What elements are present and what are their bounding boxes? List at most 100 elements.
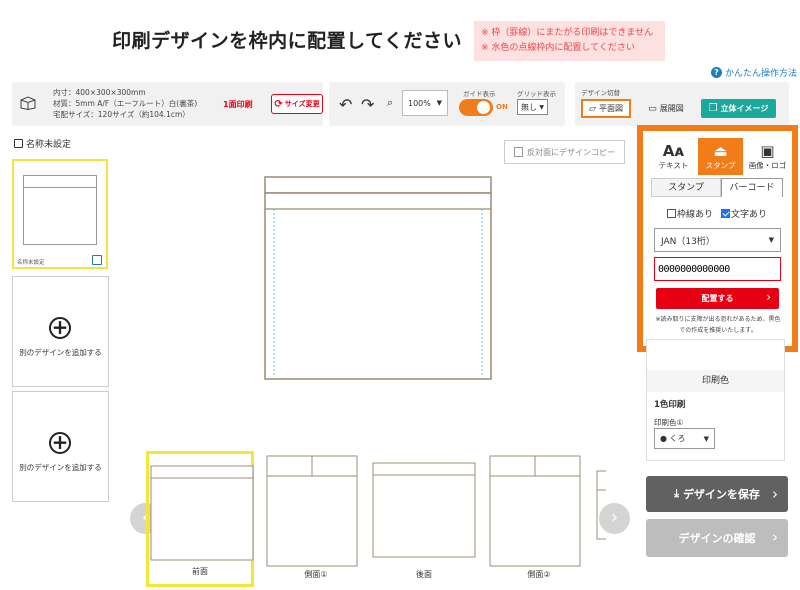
- face-preview: [372, 462, 476, 558]
- dropdown-arrow-icon: ▼: [768, 236, 774, 244]
- 3d-view-button[interactable]: ❒ 立体イメージ: [701, 99, 776, 118]
- confirm-design-button[interactable]: デザインの確認 ›: [646, 519, 788, 557]
- grid-select[interactable]: 無し ▼: [517, 99, 548, 115]
- copy-to-opposite-button[interactable]: 反対面にデザインコピー: [504, 140, 625, 164]
- text-checkbox[interactable]: 文字あり: [721, 207, 767, 220]
- face-thumbnail[interactable]: 前面: [146, 451, 254, 587]
- notice-line: ※ 枠（罫線）にまたがる印刷はできません: [481, 28, 654, 38]
- size-change-label: サイズ変更: [284, 100, 320, 108]
- face-preview: [150, 465, 254, 561]
- tab-stamp[interactable]: ⏏ スタンプ: [698, 138, 743, 175]
- face-thumbnail[interactable]: 側面②: [485, 451, 593, 587]
- chevron-right-icon: ›: [772, 485, 778, 503]
- help-link[interactable]: ? かんたん操作方法: [711, 66, 797, 79]
- product-spec-line: 材質：5mm A/F（エーフルート）白(裏茶): [53, 99, 198, 108]
- view-switch-panel: デザイン切替 ▱ 平面図 ▭ 展開図 ❒ 立体イメージ: [575, 82, 789, 126]
- copy-to-opposite-label: 反対面にデザインコピー: [527, 147, 615, 157]
- product-spec: 内寸：400×300×300mm 材質：5mm A/F（エーフルート）白(裏茶)…: [53, 87, 197, 120]
- tab-text-label: テキスト: [658, 161, 689, 170]
- checkbox-empty-icon: [667, 209, 676, 218]
- plan-view-button[interactable]: ▱ 平面図: [581, 99, 631, 118]
- tool-panel: Aᴀ テキスト ⏏ スタンプ ▣ 画像・ロゴ スタンプ バーコード 枠線あり 文…: [637, 125, 798, 352]
- thumbnail-name: 名称未設定: [17, 260, 45, 266]
- checkbox-checked-icon: [721, 209, 731, 218]
- text-checkbox-label: 文字あり: [731, 210, 768, 220]
- face-preview: [489, 455, 581, 567]
- print-color-panel: 印刷色 1色印刷 印刷色① ● くろ ▼: [646, 339, 785, 461]
- face-thumbnail[interactable]: 側面①: [262, 451, 370, 587]
- stamp-icon: ⏏: [713, 142, 728, 160]
- chevron-right-icon: ›: [766, 290, 771, 304]
- design-thumbnail[interactable]: 名称未設定: [12, 159, 108, 269]
- guide-toggle[interactable]: [459, 99, 493, 116]
- frame-checkbox-label: 枠線あり: [677, 210, 714, 220]
- print-color-value: ● くろ: [660, 434, 686, 443]
- cube-icon: ❒: [708, 103, 718, 114]
- image-icon: ▣: [760, 142, 775, 160]
- barcode-note: ※読み取りに支障が出る恐れがあるため、黒色での作成を推奨いたします。: [655, 316, 781, 334]
- front-panel: [264, 192, 492, 380]
- refresh-icon: ⟳: [274, 98, 283, 110]
- subtab-barcode[interactable]: バーコード: [721, 178, 783, 197]
- product-info-panel: 内寸：400×300×300mm 材質：5mm A/F（エーフルート）白(裏茶)…: [12, 82, 323, 126]
- add-design-label: 別のデザインを追加する: [19, 463, 102, 472]
- plus-circle-icon: +: [49, 317, 71, 339]
- face-label: 後面: [416, 570, 432, 579]
- design-name-label: 名称未設定: [26, 140, 72, 150]
- zoom-value: 100%: [408, 98, 431, 108]
- print-type-label: 1面印刷: [223, 100, 253, 109]
- copy-icon[interactable]: [92, 255, 102, 265]
- print-color-label: 印刷色①: [654, 418, 684, 427]
- page-title: 印刷デザインを枠内に配置してください: [112, 30, 462, 52]
- help-icon: ?: [711, 67, 722, 78]
- next-face-button[interactable]: ›: [599, 503, 630, 534]
- face-preview: [266, 455, 358, 567]
- face-label: 側面①: [304, 570, 328, 579]
- help-link-label: かんたん操作方法: [725, 69, 798, 79]
- size-change-button[interactable]: ⟳ サイズ変更: [271, 94, 323, 114]
- place-button[interactable]: 配置する ›: [656, 288, 779, 309]
- tab-text[interactable]: Aᴀ テキスト: [651, 138, 696, 175]
- tab-stamp-label: スタンプ: [705, 161, 736, 170]
- redo-icon[interactable]: ↷: [361, 95, 374, 114]
- unfold-view-button[interactable]: ▭ 展開図: [641, 99, 691, 118]
- place-button-label: 配置する: [701, 294, 734, 303]
- design-canvas[interactable]: [264, 176, 492, 380]
- print-color-select[interactable]: ● くろ ▼: [654, 428, 715, 449]
- plan-view-label: 平面図: [598, 104, 623, 113]
- face-label: 前面: [192, 567, 208, 576]
- text-icon: Aᴀ: [662, 142, 685, 160]
- notice-line: ※ 水色の点線枠内に配置してください: [481, 43, 635, 53]
- design-name[interactable]: 名称未設定: [14, 137, 71, 150]
- unfold-icon: ▭: [648, 103, 657, 114]
- tab-image[interactable]: ▣ 画像・ロゴ: [745, 138, 790, 175]
- barcode-value-input[interactable]: [654, 257, 781, 281]
- product-spec-line: 宅配サイズ：120サイズ（約104.1cm）: [53, 110, 190, 119]
- add-design-button[interactable]: + 別のデザインを追加する: [12, 391, 109, 502]
- zoom-select[interactable]: 100% ▼: [402, 90, 448, 116]
- barcode-type-value: JAN（13桁）: [661, 236, 715, 247]
- guide-state: ON: [496, 103, 508, 111]
- copy-icon: [514, 147, 523, 157]
- chevron-right-icon: ›: [610, 507, 619, 528]
- thumbnail-preview: [23, 175, 97, 245]
- guide-label: ガイド表示: [463, 90, 496, 98]
- subtab-stamp[interactable]: スタンプ: [651, 178, 721, 197]
- notice-box: ※ 枠（罫線）にまたがる印刷はできません ※ 水色の点線枠内に配置してください: [474, 21, 665, 61]
- download-icon: ⤓: [674, 487, 679, 500]
- plus-circle-icon: +: [49, 432, 71, 454]
- undo-icon[interactable]: ↶: [339, 95, 352, 114]
- frame-checkbox[interactable]: 枠線あり: [667, 207, 713, 220]
- print-color-heading: 印刷色: [647, 370, 784, 392]
- add-design-button[interactable]: + 別のデザインを追加する: [12, 276, 109, 387]
- top-flap: [264, 176, 492, 194]
- tab-image-label: 画像・ロゴ: [748, 161, 787, 170]
- view-switch-label: デザイン切替: [581, 89, 620, 97]
- face-thumbnail[interactable]: 後面: [370, 451, 478, 587]
- unfold-view-label: 展開図: [659, 104, 684, 113]
- save-design-button[interactable]: ⤓ デザインを保存 ›: [646, 476, 788, 512]
- dropdown-arrow-icon: ▼: [539, 103, 544, 111]
- confirm-design-label: デザインの確認: [678, 532, 756, 545]
- barcode-type-select[interactable]: JAN（13桁） ▼: [654, 228, 781, 252]
- zoom-icon: ⌕: [387, 96, 394, 109]
